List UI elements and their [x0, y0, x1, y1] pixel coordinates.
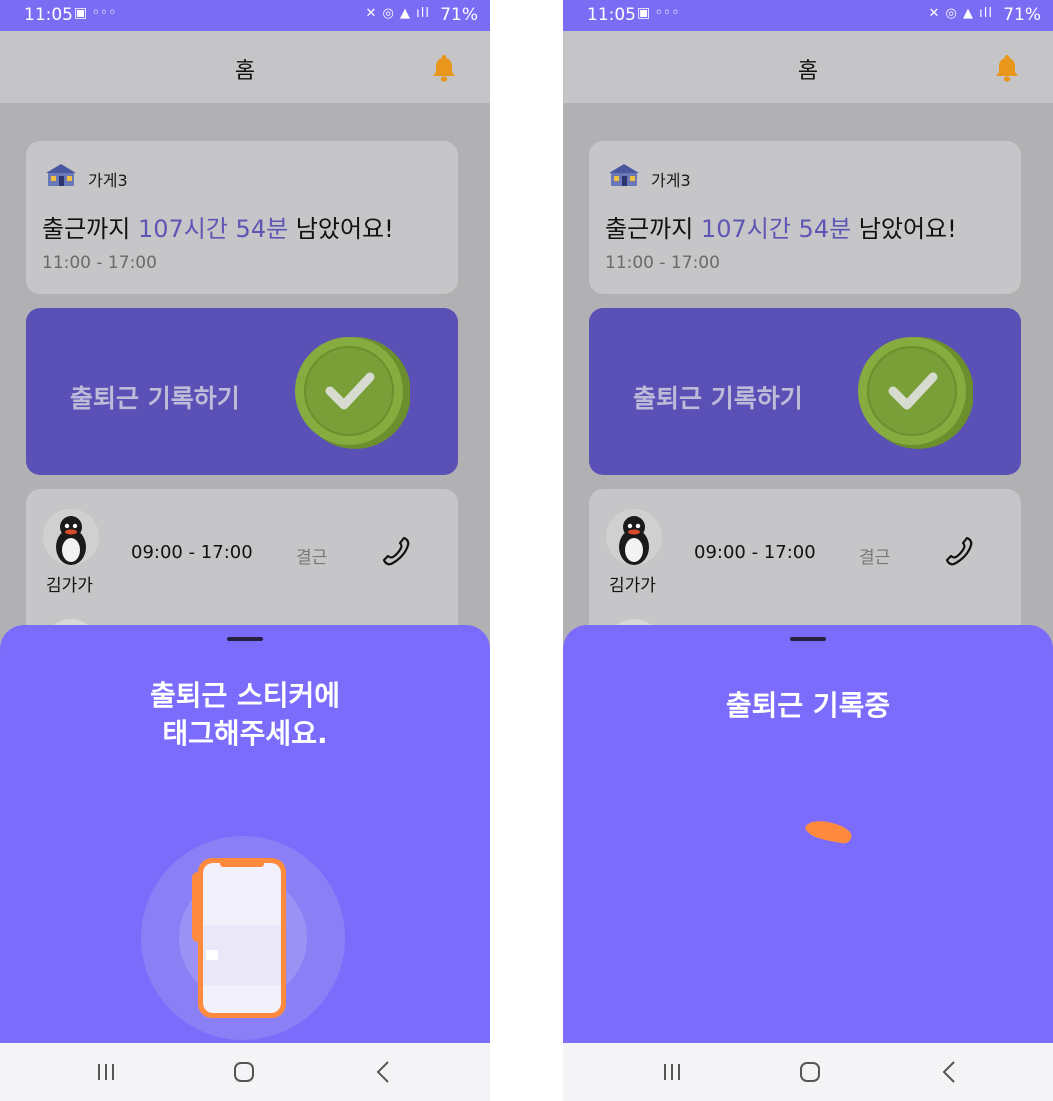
store-name: 가게3 [651, 171, 691, 190]
check-coin-icon [858, 337, 973, 449]
attendance-status: 결근 [296, 548, 328, 568]
nfc-recording-sheet: 출퇴근 기록중 [563, 625, 1053, 1043]
back-icon[interactable] [369, 1059, 399, 1085]
status-time: 11:05 [587, 5, 636, 25]
store-schedule-card[interactable]: 가게3 출근까지 107시간 54분 남았어요! 11:00 - 17:00 [26, 141, 458, 294]
battery-level: 71% [1003, 5, 1041, 25]
worker-name: 김가가 [609, 576, 656, 596]
phone-screen-right: 11:05 ▣ ◦◦◦ ✕ ◎ ▲ ıll 71% 홈 가게3 출근까지 107… [563, 0, 1053, 1101]
bell-icon[interactable] [430, 53, 458, 83]
system-nav-bar [0, 1043, 490, 1101]
page-title: 홈 [234, 59, 256, 84]
page-title: 홈 [797, 59, 819, 84]
countdown-text: 출근까지 107시간 54분 남았어요! [605, 209, 957, 244]
worker-name: 김가가 [46, 576, 93, 596]
loading-spinner-icon [805, 821, 852, 844]
sheet-handle[interactable] [790, 637, 826, 641]
shift-hours: 11:00 - 17:00 [42, 253, 157, 273]
phone-tag-animation-icon [141, 836, 345, 1040]
battery-level: 71% [440, 5, 478, 25]
record-attendance-label: 출퇴근 기록하기 [70, 384, 240, 413]
phone-call-icon[interactable] [945, 535, 975, 567]
sheet-handle[interactable] [227, 637, 263, 641]
phone-screen-left: 11:05 ▣ ◦◦◦ ✕ ◎ ▲ ıll 71% 홈 가게3 출근까지 107… [0, 0, 490, 1101]
record-attendance-button[interactable]: 출퇴근 기록하기 [589, 308, 1021, 475]
worker-shift: 09:00 - 17:00 [694, 542, 816, 563]
countdown-suffix: 남았어요! [851, 215, 957, 243]
status-time: 11:05 [24, 5, 73, 25]
shift-hours: 11:00 - 17:00 [605, 253, 720, 273]
back-icon[interactable] [935, 1059, 965, 1085]
worker-shift: 09:00 - 17:00 [131, 542, 253, 563]
countdown-highlight: 107시간 54분 [700, 215, 852, 243]
record-attendance-label: 출퇴근 기록하기 [633, 384, 803, 413]
avatar [43, 509, 99, 565]
recents-icon[interactable] [91, 1059, 121, 1085]
app-bar: 홈 [563, 31, 1053, 103]
penguin-avatar-icon [606, 509, 662, 565]
countdown-text: 출근까지 107시간 54분 남았어요! [42, 209, 394, 244]
store-schedule-card[interactable]: 가게3 출근까지 107시간 54분 남았어요! 11:00 - 17:00 [589, 141, 1021, 294]
app-bar: 홈 [0, 31, 490, 103]
home-icon[interactable] [795, 1059, 825, 1085]
status-bar: 11:05 ▣ ◦◦◦ ✕ ◎ ▲ ıll 71% [0, 0, 490, 31]
home-icon[interactable] [229, 1059, 259, 1085]
status-bar: 11:05 ▣ ◦◦◦ ✕ ◎ ▲ ıll 71% [563, 0, 1053, 31]
store-icon [609, 164, 639, 186]
nfc-tag-sheet: 출퇴근 스티커에 태그해주세요. [0, 625, 490, 1043]
phone-call-icon[interactable] [382, 535, 412, 567]
avatar [606, 509, 662, 565]
signal-icons: ✕ ◎ ▲ ıll [928, 6, 993, 21]
sheet-title: 출퇴근 스티커에 태그해주세요. [149, 679, 341, 750]
store-name: 가게3 [88, 171, 128, 190]
check-coin-icon [295, 337, 410, 449]
sheet-title: 출퇴근 기록중 [725, 689, 891, 722]
system-nav-bar [563, 1043, 1053, 1101]
countdown-suffix: 남았어요! [288, 215, 394, 243]
notification-icons: ▣ ◦◦◦ [637, 5, 680, 21]
penguin-avatar-icon [43, 509, 99, 565]
notification-icons: ▣ ◦◦◦ [74, 5, 117, 21]
attendance-status: 결근 [859, 548, 891, 568]
recents-icon[interactable] [657, 1059, 687, 1085]
countdown-prefix: 출근까지 [605, 215, 701, 243]
signal-icons: ✕ ◎ ▲ ıll [365, 6, 430, 21]
store-icon [46, 164, 76, 186]
record-attendance-button[interactable]: 출퇴근 기록하기 [26, 308, 458, 475]
bell-icon[interactable] [993, 53, 1021, 83]
countdown-highlight: 107시간 54분 [137, 215, 289, 243]
countdown-prefix: 출근까지 [42, 215, 138, 243]
